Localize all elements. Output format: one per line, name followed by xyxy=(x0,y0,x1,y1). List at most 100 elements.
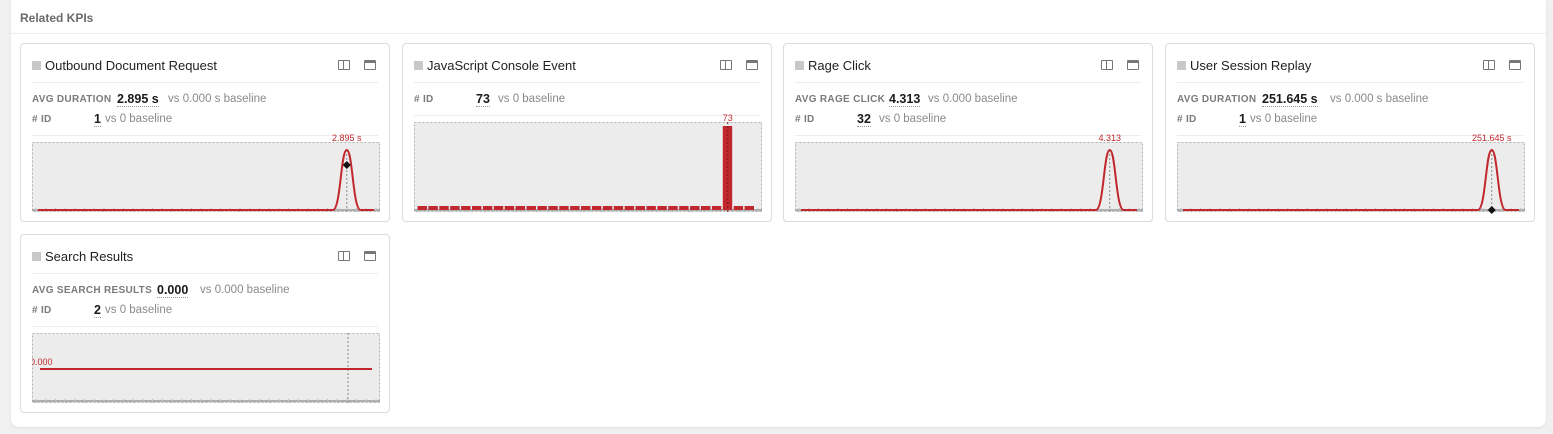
divider xyxy=(32,326,378,327)
metric-value[interactable]: 2 xyxy=(94,303,101,318)
kpi-card-rage-click[interactable]: Rage Click AVG RAGE CLICK 4.313 vs 0.000… xyxy=(783,43,1153,222)
maximize-icon[interactable] xyxy=(746,60,758,70)
divider xyxy=(32,135,378,136)
sparkline-chart: 251.645 s xyxy=(1177,133,1525,214)
bar xyxy=(548,206,558,210)
bar xyxy=(690,206,700,210)
divider xyxy=(795,82,1141,83)
bar xyxy=(679,206,689,210)
divider xyxy=(11,33,1546,34)
data-label: 251.645 s xyxy=(1472,133,1512,143)
metric-value[interactable]: 32 xyxy=(857,112,871,127)
split-view-icon[interactable] xyxy=(1483,60,1495,70)
kpi-card-outbound-document-request[interactable]: Outbound Document Request AVG DURATION 2… xyxy=(20,43,390,222)
bar xyxy=(657,206,667,210)
square-icon xyxy=(414,61,423,70)
maximize-icon[interactable] xyxy=(364,251,376,261)
plot-area xyxy=(414,122,762,212)
metric-label: AVG SEARCH RESULTS xyxy=(32,285,153,296)
bar xyxy=(700,206,711,210)
bar xyxy=(428,206,438,210)
bar xyxy=(493,206,504,210)
metric-baseline: vs 0 baseline xyxy=(105,304,173,316)
maximize-icon[interactable] xyxy=(1509,60,1521,70)
bar xyxy=(733,206,744,210)
metric-baseline: vs 0 baseline xyxy=(1250,113,1318,125)
bar xyxy=(504,206,515,210)
divider xyxy=(1177,82,1523,83)
metric-value[interactable]: 251.645 s xyxy=(1262,92,1318,107)
metric-label: AVG DURATION xyxy=(1177,94,1257,105)
bar xyxy=(472,206,482,210)
bar xyxy=(744,206,754,210)
card-title: Outbound Document Request xyxy=(45,58,217,73)
related-kpis-panel: Related KPIs Outbound Document Request A… xyxy=(11,0,1546,427)
bar xyxy=(559,206,569,210)
data-label: 0.000 xyxy=(32,357,53,367)
metric-label: # ID xyxy=(32,114,52,125)
bar xyxy=(591,206,602,210)
bar xyxy=(537,206,547,210)
bar xyxy=(624,206,635,210)
metric-baseline: vs 0.000 baseline xyxy=(200,284,290,296)
sparkline-chart: 2.895 s xyxy=(32,133,380,212)
bar xyxy=(417,206,427,210)
metric-baseline: vs 0.000 s baseline xyxy=(1330,93,1429,105)
card-title: Search Results xyxy=(45,249,134,264)
split-view-icon[interactable] xyxy=(338,60,350,70)
plot-area xyxy=(795,142,1143,212)
bar xyxy=(635,206,645,210)
divider xyxy=(32,82,378,83)
sparkline-chart: 4.313 xyxy=(795,133,1143,212)
divider xyxy=(414,82,760,83)
section-title: Related KPIs xyxy=(20,11,94,25)
metric-value[interactable]: 1 xyxy=(1239,112,1246,127)
metric-value[interactable]: 1 xyxy=(94,112,101,127)
bar xyxy=(646,206,656,210)
divider xyxy=(414,115,760,116)
metric-value[interactable]: 73 xyxy=(476,92,490,107)
split-view-icon[interactable] xyxy=(720,60,732,70)
bar xyxy=(515,206,526,210)
split-view-icon[interactable] xyxy=(338,251,350,261)
maximize-icon[interactable] xyxy=(364,60,376,70)
metric-baseline: vs 0 baseline xyxy=(879,113,947,125)
bar xyxy=(482,206,493,210)
divider xyxy=(795,135,1141,136)
bar xyxy=(602,206,613,210)
split-view-icon[interactable] xyxy=(1101,60,1113,70)
kpi-card-search-results[interactable]: Search Results AVG SEARCH RESULTS 0.000 … xyxy=(20,234,390,413)
metric-label: AVG DURATION xyxy=(32,94,112,105)
data-label: 73 xyxy=(723,113,733,123)
metric-label: # ID xyxy=(795,114,815,125)
metric-label: AVG RAGE CLICK xyxy=(795,94,886,105)
card-title: JavaScript Console Event xyxy=(427,58,576,73)
sparkline-chart: 0.000 xyxy=(32,333,380,403)
data-label: 4.313 xyxy=(1098,133,1121,143)
bar xyxy=(668,206,678,210)
square-icon xyxy=(795,61,804,70)
kpi-card-javascript-console-event[interactable]: JavaScript Console Event # ID 73 vs 0 ba… xyxy=(402,43,772,222)
square-icon xyxy=(32,252,41,261)
bar xyxy=(461,206,471,210)
square-icon xyxy=(1177,61,1186,70)
data-label: 2.895 s xyxy=(332,133,362,143)
bar xyxy=(711,206,722,210)
bar xyxy=(613,206,624,210)
plot-area xyxy=(32,142,380,212)
maximize-icon[interactable] xyxy=(1127,60,1139,70)
metric-value[interactable]: 4.313 xyxy=(889,92,921,107)
bar xyxy=(439,206,449,210)
divider xyxy=(32,273,378,274)
metric-label: # ID xyxy=(414,94,434,105)
metric-value[interactable]: 0.000 xyxy=(157,283,189,298)
square-icon xyxy=(32,61,41,70)
metric-baseline: vs 0.000 baseline xyxy=(928,93,1018,105)
bar xyxy=(570,206,580,210)
bar-chart: 73 xyxy=(414,113,762,212)
metric-label: # ID xyxy=(1177,114,1197,125)
kpi-card-user-session-replay[interactable]: User Session Replay AVG DURATION 251.645… xyxy=(1165,43,1535,222)
metric-baseline: vs 0 baseline xyxy=(498,93,566,105)
metric-value[interactable]: 2.895 s xyxy=(117,92,159,107)
metric-label: # ID xyxy=(32,305,52,316)
